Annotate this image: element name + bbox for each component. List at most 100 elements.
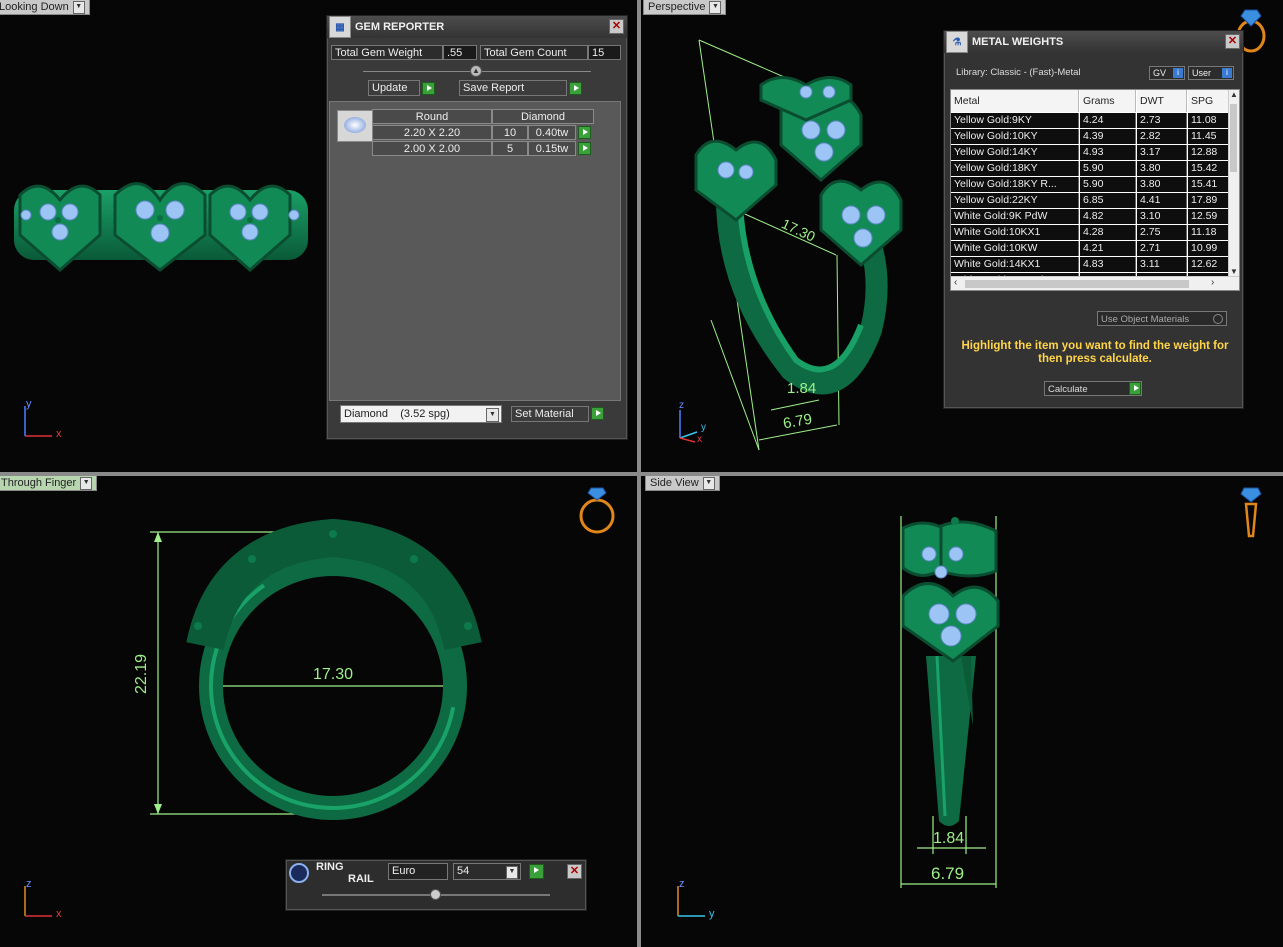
total-gem-count-value: 15 xyxy=(588,45,621,60)
radio-icon[interactable] xyxy=(1213,314,1223,324)
table-row[interactable]: Yellow Gold:18KY 5.90 3.80 15.42 xyxy=(951,161,1229,177)
horizontal-scrollbar-thumb[interactable] xyxy=(965,280,1189,288)
update-go-button[interactable] xyxy=(422,82,435,95)
cell-grams: 4.83 xyxy=(1080,257,1136,272)
ring-side-orientation-icon[interactable] xyxy=(1235,486,1265,542)
ring-size-select[interactable]: 54 ▼ xyxy=(453,863,521,880)
cell-spg: 12.88 xyxy=(1188,145,1229,160)
ring-size-apply-button[interactable] xyxy=(529,864,544,879)
gem-type-header: Diamond xyxy=(492,109,594,124)
gem-material-select[interactable]: Diamond (3.52 spg) ▼ xyxy=(340,405,502,423)
close-icon[interactable]: ✕ xyxy=(609,19,624,34)
calculate-go-button[interactable] xyxy=(1129,382,1141,395)
cell-grams: 6.85 xyxy=(1080,193,1136,208)
axis-x-label: x xyxy=(56,908,62,920)
user-toggle[interactable]: User i xyxy=(1188,66,1234,80)
ring-rail-panel: RING RAIL Euro 54 ▼ ✕ xyxy=(285,859,587,911)
calculate-button[interactable]: Calculate xyxy=(1044,381,1142,396)
cell-dwt: 2.73 xyxy=(1137,113,1187,128)
set-material-go-button[interactable] xyxy=(591,407,604,420)
axis-x-label: x xyxy=(56,428,62,440)
close-icon[interactable]: ✕ xyxy=(1225,34,1240,49)
gem-row-2-weight: 0.15tw xyxy=(528,141,576,156)
cell-grams: 4.93 xyxy=(1080,145,1136,160)
ring-size-standard-field[interactable]: Euro xyxy=(388,863,448,880)
gem-row-2-select-button[interactable] xyxy=(578,142,591,155)
table-row[interactable]: Yellow Gold:18KY R... 5.90 3.80 15.41 xyxy=(951,177,1229,193)
gem-material-value: Diamond (3.52 spg) xyxy=(344,408,450,420)
cell-grams: 4.28 xyxy=(1080,225,1136,240)
table-row[interactable]: White Gold:10KX1 4.28 2.75 11.18 xyxy=(951,225,1229,241)
set-material-button[interactable]: Set Material xyxy=(511,406,589,422)
cell-grams: 4.24 xyxy=(1080,113,1136,128)
cell-dwt: 4.41 xyxy=(1137,193,1187,208)
cell-metal: Yellow Gold:9KY xyxy=(951,113,1079,128)
gem-row-2-count: 5 xyxy=(492,141,528,156)
calculate-hint: Highlight the item you want to find the … xyxy=(961,340,1229,365)
gem-row-2-size: 2.00 X 2.00 xyxy=(372,141,492,156)
round-diamond-icon[interactable] xyxy=(337,110,373,142)
use-object-materials-toggle[interactable]: Use Object Materials xyxy=(1097,311,1227,326)
axis-indicator: z y x xyxy=(675,400,715,445)
column-header-grams[interactable]: Grams xyxy=(1080,90,1136,112)
save-report-button[interactable]: Save Report xyxy=(459,80,567,96)
axis-x-label: x xyxy=(697,434,702,445)
save-report-go-button[interactable] xyxy=(569,82,582,95)
cell-metal: White Gold:10KX1 xyxy=(951,225,1079,240)
gv-toggle[interactable]: GV i xyxy=(1149,66,1185,80)
viewport-side-view[interactable]: Side View ▼ 1.84 6.79 z y xyxy=(641,476,1283,947)
cell-dwt: 3.17 xyxy=(1137,145,1187,160)
total-gem-weight-label: Total Gem Weight xyxy=(331,45,443,60)
viewport-through-finger[interactable]: Through Finger ▼ 22.19 17.30 RING RAIL E… xyxy=(0,476,637,947)
use-object-materials-label: Use Object Materials xyxy=(1101,314,1190,325)
vertical-scrollbar[interactable]: ▲ ▼ xyxy=(1228,90,1239,276)
column-header-metal[interactable]: Metal xyxy=(951,90,1079,112)
cell-spg: 15.42 xyxy=(1188,161,1229,176)
table-row[interactable]: Yellow Gold:10KY 4.39 2.82 11.45 xyxy=(951,129,1229,145)
ring-icon xyxy=(289,863,309,883)
collapse-icon[interactable]: ▲ xyxy=(470,65,482,77)
column-header-dwt[interactable]: DWT xyxy=(1137,90,1187,112)
dimension-label-shank: 1.84 xyxy=(933,830,965,847)
dimension-label-height: 22.19 xyxy=(133,653,150,694)
scroll-left-icon[interactable]: ‹ xyxy=(954,277,957,288)
metal-library-label: Library: Classic - (Fast)-Metal xyxy=(956,67,1081,78)
user-toggle-label: User xyxy=(1192,68,1212,78)
gem-shape-header: Round xyxy=(372,109,492,124)
update-button[interactable]: Update xyxy=(368,80,420,96)
cell-metal: Yellow Gold:22KY xyxy=(951,193,1079,208)
scroll-down-icon[interactable]: ▼ xyxy=(1229,267,1239,276)
cell-dwt: 2.82 xyxy=(1137,129,1187,144)
gem-row-1-select-button[interactable] xyxy=(578,126,591,139)
column-header-spg[interactable]: SPG xyxy=(1188,90,1229,112)
vertical-scrollbar-thumb[interactable] xyxy=(1230,104,1237,172)
chevron-down-icon[interactable]: ▼ xyxy=(506,866,518,879)
close-icon[interactable]: ✕ xyxy=(567,864,582,879)
ring-front-orientation-icon[interactable] xyxy=(577,486,617,536)
axis-y-label: y xyxy=(26,398,32,410)
gem-reporter-titlebar[interactable]: ▦ GEM REPORTER ✕ xyxy=(327,16,627,38)
scroll-up-icon[interactable]: ▲ xyxy=(1229,90,1239,99)
table-row[interactable]: Yellow Gold:9KY 4.24 2.73 11.08 xyxy=(951,113,1229,129)
gem-list-area[interactable]: Round Diamond 2.20 X 2.20 10 0.40tw 2.00… xyxy=(329,101,621,401)
table-row[interactable]: Yellow Gold:22KY 6.85 4.41 17.89 xyxy=(951,193,1229,209)
gem-row-1-weight: 0.40tw xyxy=(528,125,576,140)
metal-weights-titlebar[interactable]: ⚗ METAL WEIGHTS ✕ xyxy=(944,31,1243,53)
ring-size-slider-handle[interactable] xyxy=(430,889,441,900)
table-row[interactable]: White Gold:14KX1 4.83 3.11 12.62 xyxy=(951,257,1229,273)
cell-spg: 12.59 xyxy=(1188,209,1229,224)
cell-spg: 12.62 xyxy=(1188,257,1229,272)
chevron-down-icon[interactable]: ▼ xyxy=(486,408,499,422)
table-row[interactable]: Yellow Gold:14KY 4.93 3.17 12.88 xyxy=(951,145,1229,161)
metal-weights-table[interactable]: Metal Grams DWT SPG Yellow Gold:9KY 4.24 2… xyxy=(950,89,1240,291)
table-row[interactable]: White Gold:9K PdW 4.82 3.10 12.59 xyxy=(951,209,1229,225)
cell-metal: Yellow Gold:14KY xyxy=(951,145,1079,160)
cell-dwt: 2.71 xyxy=(1137,241,1187,256)
cell-spg: 10.99 xyxy=(1188,241,1229,256)
table-row[interactable]: White Gold:10KW 4.21 2.71 10.99 xyxy=(951,241,1229,257)
scroll-right-icon[interactable]: › xyxy=(1211,277,1214,288)
axis-y-label: y xyxy=(701,422,706,433)
horizontal-scrollbar[interactable]: ‹ › xyxy=(951,276,1239,290)
total-gem-weight-value: .55 xyxy=(443,45,477,60)
viewport-divider-horizontal[interactable] xyxy=(0,472,1283,476)
